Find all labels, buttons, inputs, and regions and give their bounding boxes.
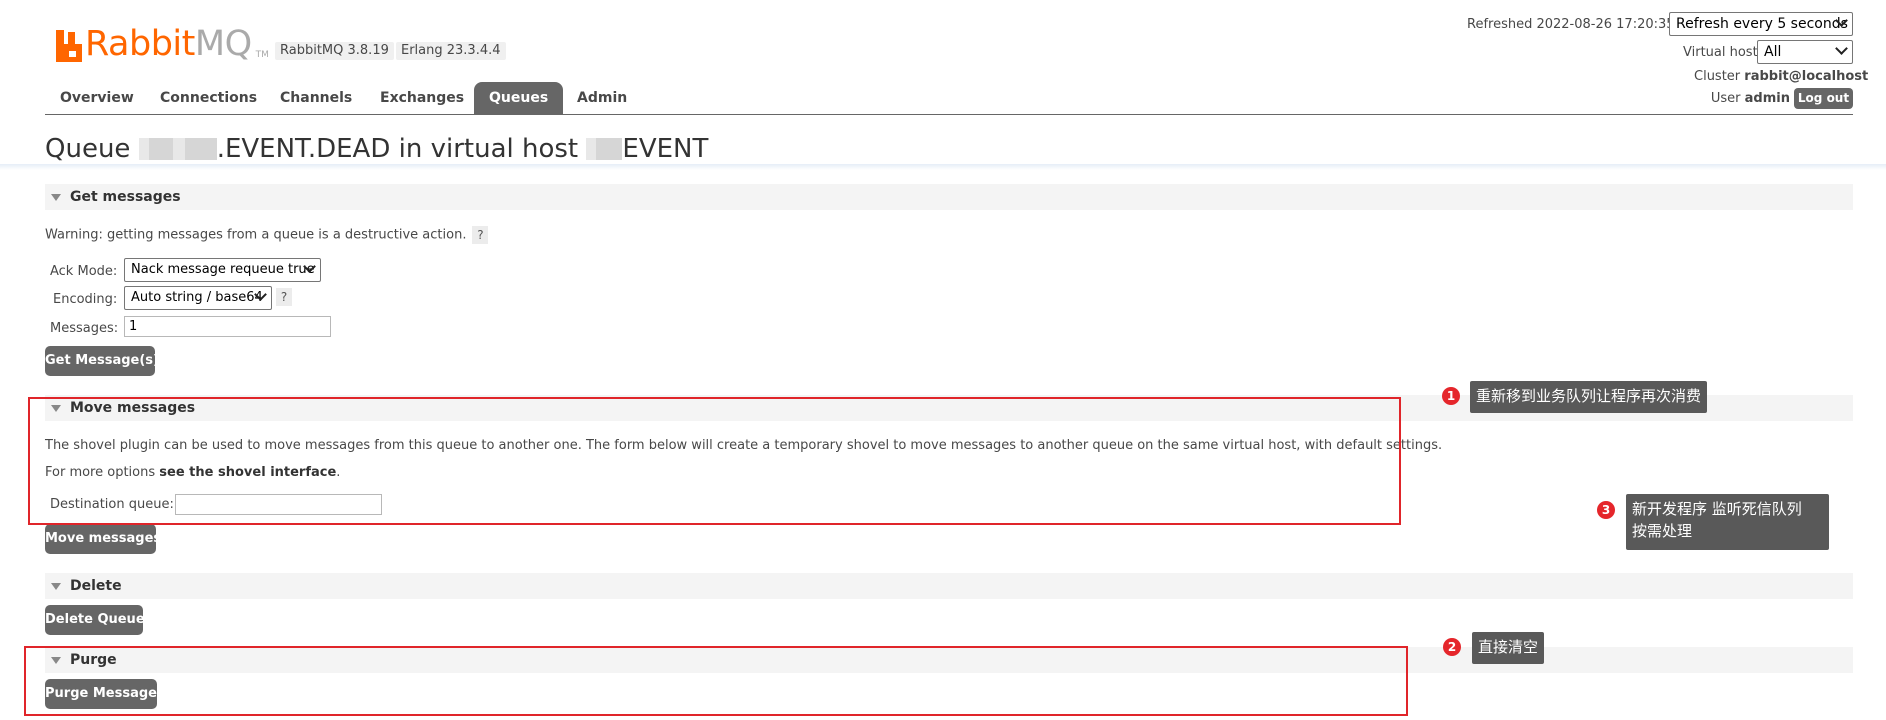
refresh-interval-select[interactable]: Refresh every 5 seconds: [1669, 12, 1853, 36]
user-info: User admin: [1680, 91, 1790, 106]
ack-mode-select[interactable]: Nack message requeue true: [124, 258, 321, 282]
ack-mode-value: Nack message requeue true: [131, 262, 315, 277]
cluster-value: rabbit@localhost: [1744, 69, 1869, 84]
annotation-number-1: 1: [1442, 387, 1460, 405]
annotation-box-move: [28, 397, 1401, 525]
rabbitmq-logo-icon: [56, 30, 82, 62]
title-divider: [0, 164, 1886, 170]
rabbitmq-logo[interactable]: Rabbit MQ TM: [56, 22, 269, 62]
virtual-host-select[interactable]: All: [1757, 40, 1853, 64]
messages-count-input[interactable]: 1: [124, 316, 331, 337]
nav-divider: [45, 114, 1853, 115]
redacted-block: [138, 138, 149, 160]
messages-label: Messages:: [50, 321, 119, 336]
annotation-number-3: 3: [1597, 501, 1615, 519]
warning-text: Warning: getting messages from a queue i…: [45, 227, 467, 243]
encoding-value: Auto string / base64: [131, 290, 263, 305]
get-messages-button[interactable]: Get Message(s): [45, 346, 159, 376]
virtual-host-value: All: [1764, 44, 1782, 60]
chevron-down-icon: [1835, 42, 1848, 55]
annotation-note-3-line1: 新开发程序 监听死信队列: [1632, 500, 1802, 518]
section-get-messages[interactable]: Get messages: [45, 184, 1853, 210]
section-heading: Get messages: [70, 189, 181, 205]
queue-name-suffix: .EVENT.DEAD: [216, 134, 391, 164]
cluster-label: Cluster: [1694, 69, 1741, 84]
cluster-info: Cluster rabbit@localhost: [1694, 69, 1868, 84]
tab-channels[interactable]: Channels: [265, 82, 367, 115]
annotation-box-purge: [24, 646, 1408, 716]
user-label: User: [1710, 91, 1741, 106]
redacted-block: [172, 138, 185, 160]
tab-exchanges[interactable]: Exchanges: [365, 82, 479, 115]
logo-word-rabbit: Rabbit: [85, 24, 195, 64]
annotation-note-2: 直接清空: [1472, 632, 1545, 664]
tab-admin[interactable]: Admin: [562, 82, 642, 115]
encoding-label: Encoding:: [53, 292, 118, 307]
refresh-interval-value: Refresh every 5 seconds: [1676, 16, 1848, 32]
annotation-note-3-line2: 按需处理: [1632, 522, 1693, 540]
section-delete[interactable]: Delete: [45, 573, 1853, 599]
logo-word-mq: MQ: [194, 24, 252, 64]
help-icon[interactable]: ?: [472, 226, 489, 244]
redacted-block: [586, 138, 597, 160]
tab-connections[interactable]: Connections: [145, 82, 272, 115]
version-badge: RabbitMQ 3.8.19: [275, 42, 394, 60]
help-icon[interactable]: ?: [276, 288, 292, 306]
logout-button[interactable]: Log out: [1794, 88, 1853, 109]
erlang-badge: Erlang 23.3.4.4: [396, 42, 506, 60]
title-prefix: Queue: [45, 134, 131, 164]
tab-overview[interactable]: Overview: [45, 82, 149, 115]
user-value: admin: [1744, 91, 1790, 106]
annotation-note-1: 重新移到业务队列让程序再次消费: [1470, 381, 1708, 413]
encoding-select[interactable]: Auto string / base64: [124, 286, 272, 310]
title-middle: in virtual host: [398, 134, 579, 164]
virtual-host-label: Virtual host: [1683, 45, 1758, 60]
annotation-number-2: 2: [1443, 638, 1461, 656]
section-heading: Delete: [70, 578, 122, 594]
redacted-block: [184, 138, 217, 160]
ack-mode-label: Ack Mode:: [50, 264, 118, 279]
annotation-note-3: 新开发程序 监听死信队列 按需处理: [1626, 494, 1829, 550]
move-messages-button[interactable]: Move messages: [45, 524, 161, 554]
logo-tm: TM: [255, 50, 269, 60]
redacted-block: [148, 138, 173, 160]
tab-queues[interactable]: Queues: [474, 82, 564, 115]
collapse-triangle-icon: [51, 583, 61, 590]
collapse-triangle-icon: [51, 194, 61, 201]
delete-queue-button[interactable]: Delete Queue: [45, 605, 145, 635]
get-messages-warning: Warning: getting messages from a queue i…: [45, 226, 489, 244]
refreshed-timestamp: Refreshed 2022-08-26 17:20:35: [1467, 17, 1675, 32]
page-title: Queue .EVENT.DEAD in virtual host EVENT: [45, 134, 708, 164]
redacted-block: [596, 138, 623, 160]
vhost-name-suffix: EVENT: [622, 134, 709, 164]
